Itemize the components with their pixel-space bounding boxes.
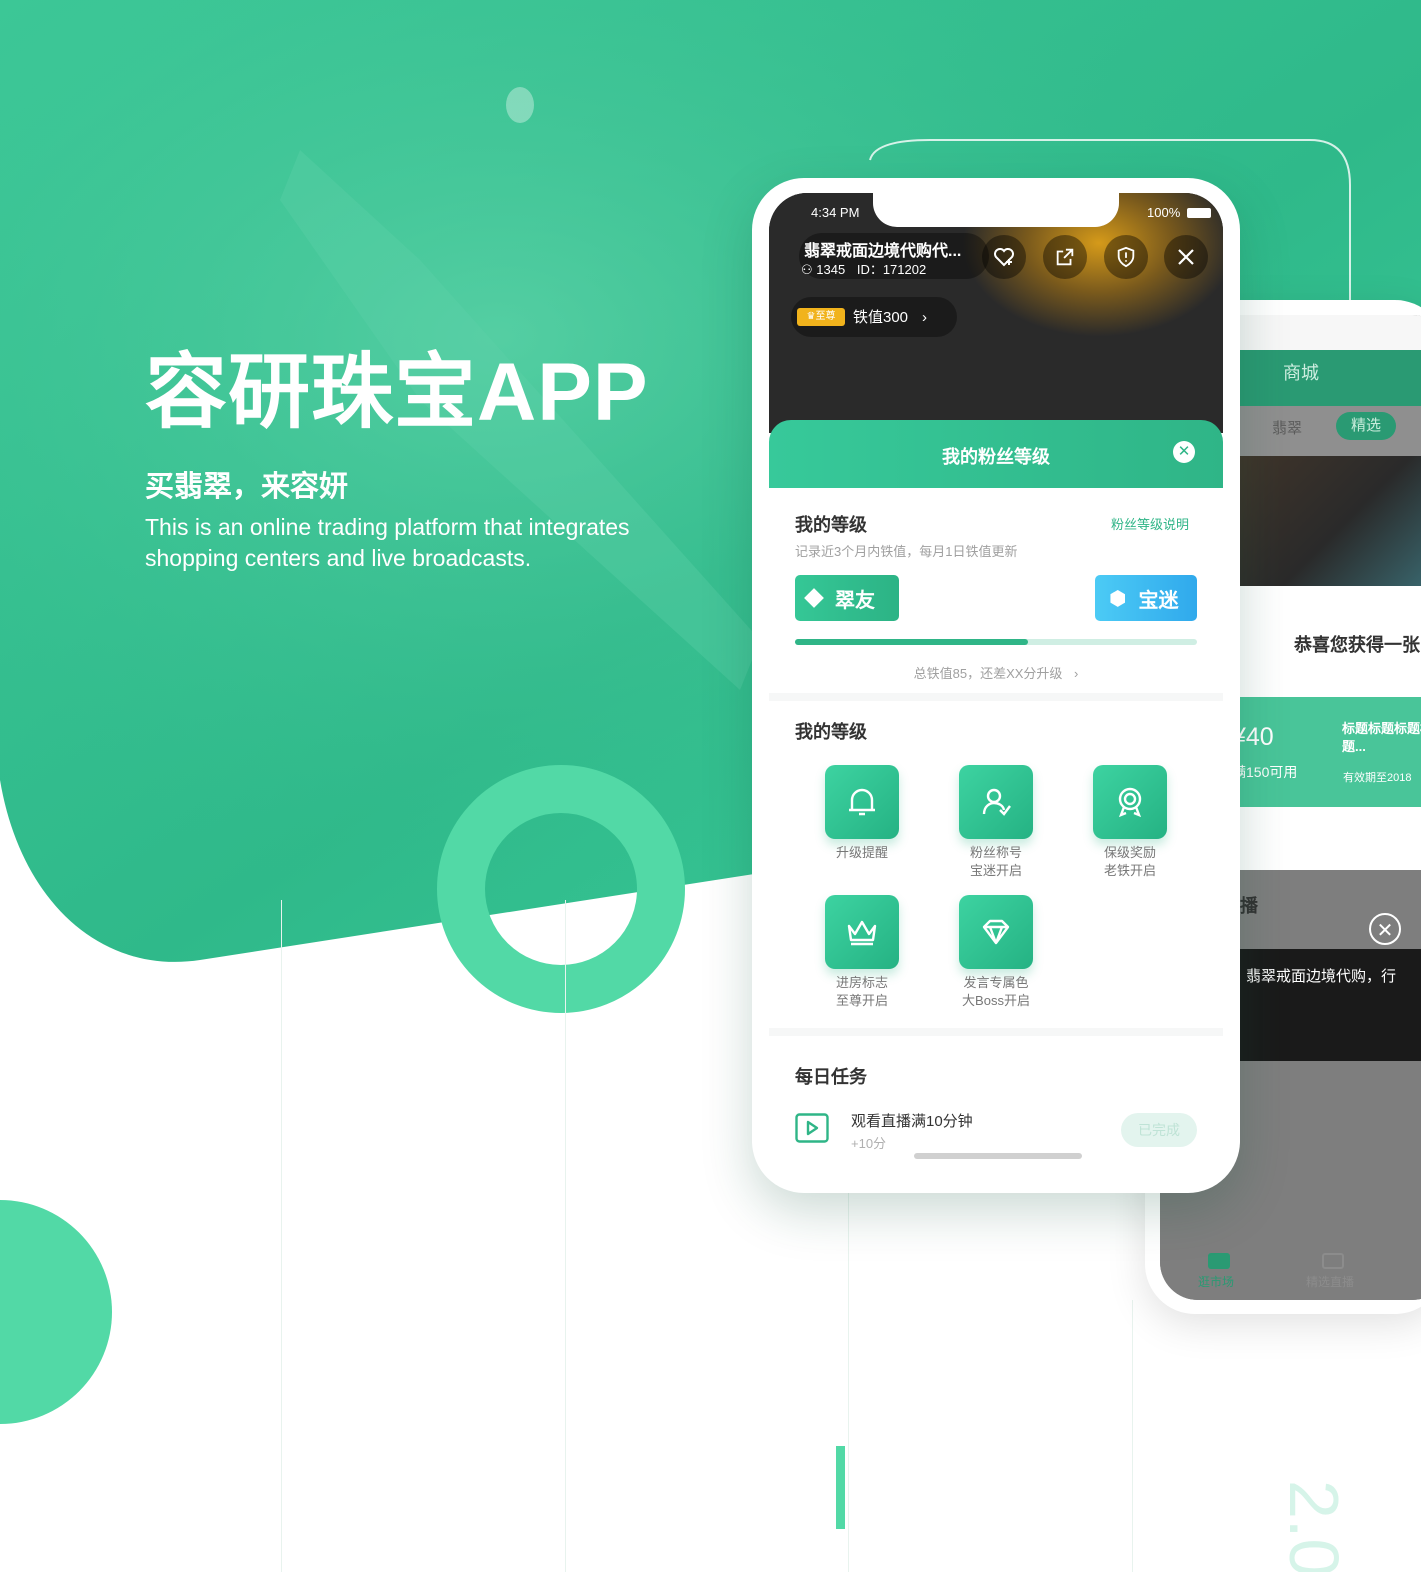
diamond-level-icon: [804, 588, 824, 608]
app-description: This is an online trading platform that …: [145, 514, 630, 571]
tab-jade[interactable]: 翡翠: [1272, 417, 1302, 438]
perk-upgrade-reminder[interactable]: [825, 765, 899, 839]
my-level-title: 我的等级: [795, 515, 867, 535]
perk-title: 发言专属色: [963, 975, 1029, 990]
shield-icon: [1117, 246, 1135, 268]
crown-icon: [847, 920, 877, 946]
nav-live[interactable]: 精选直播: [1306, 1273, 1354, 1290]
live-caption: 翡翠戒面边境代购，行: [1246, 968, 1397, 985]
phone-screen: 4:34 PM 100% 翡翠戒面边境代购代... ⚇ 1345 ID：1712…: [769, 193, 1223, 1178]
room-id: ID：171202: [856, 262, 927, 277]
mall-header: 商城: [1283, 363, 1319, 383]
back-close-icon[interactable]: ✕: [1369, 913, 1401, 945]
task-status-button[interactable]: 已完成: [1121, 1113, 1197, 1147]
bell-icon: [849, 788, 875, 816]
nav-market[interactable]: 逛市场: [1198, 1273, 1234, 1290]
perk-title: 粉丝称号: [969, 845, 1022, 860]
report-button[interactable]: [1104, 235, 1148, 279]
perk-title: 进房标志: [835, 975, 888, 990]
status-time: 4:34 PM: [811, 205, 860, 220]
status-battery: 100%: [1147, 205, 1181, 220]
current-level-label: 翠友: [835, 589, 875, 612]
perk-label: 升级提醒: [807, 844, 917, 862]
user-tag-icon: [982, 788, 1011, 816]
level-progress-fill: [795, 639, 1029, 645]
next-level-badge: ⬢ 宝迷: [1095, 575, 1197, 621]
task-title: 观看直播满10分钟: [851, 1113, 973, 1130]
app-slogan: 买翡翠，来容妍: [145, 471, 349, 503]
current-level-badge: 翠友: [795, 575, 899, 621]
live-meta: ⚇ 1345 ID：171202: [801, 259, 926, 278]
heart-plus-icon: [994, 248, 1014, 267]
close-icon: [1178, 249, 1194, 265]
close-live-button[interactable]: [1164, 235, 1208, 279]
market-icon[interactable]: [1208, 1253, 1230, 1269]
perk-unlock: 宝迷开启: [969, 863, 1022, 878]
coupon-title: 标题标题标题标题...: [1342, 721, 1421, 754]
viewer-count: 1345: [816, 262, 846, 277]
perk-chat-color[interactable]: [959, 895, 1033, 969]
perk-label: 发言专属色大Boss开启: [941, 974, 1051, 1010]
perk-fan-title[interactable]: [959, 765, 1033, 839]
perk-title: 保级奖励: [1103, 845, 1156, 860]
level-summary-text: 总铁值85，还差XX分升级: [913, 666, 1063, 681]
live-section-label: 播: [1240, 896, 1258, 916]
phone-notch: [873, 193, 1119, 227]
version-watermark: 2.0: [1275, 1480, 1353, 1572]
iron-value: 铁值300 ›: [853, 306, 927, 327]
daily-tasks-title: 每日任务: [795, 1067, 867, 1087]
home-indicator: [914, 1153, 1082, 1159]
diamond-icon: [982, 919, 1010, 945]
viewer-icon: ⚇: [801, 262, 813, 277]
section-divider: [769, 693, 1223, 701]
share-button[interactable]: [1043, 235, 1087, 279]
perk-unlock: 至尊开启: [835, 993, 888, 1008]
coupon-condition: 满150可用: [1232, 764, 1298, 780]
hexagon-level-icon: ⬢: [1109, 587, 1127, 610]
task-reward: +10分: [851, 1136, 887, 1151]
coupon-expiry: 有效期至2018: [1343, 772, 1412, 784]
iron-value-text: 铁值300: [853, 309, 909, 326]
follow-button[interactable]: [982, 235, 1026, 279]
chevron-right-icon: ›: [1074, 666, 1079, 681]
perk-title: 升级提醒: [835, 845, 888, 860]
vip-badge: ♛至尊: [797, 308, 845, 326]
front-phone-mockup: 4:34 PM 100% 翡翠戒面边境代购代... ⚇ 1345 ID：1712…: [752, 178, 1240, 1193]
app-title: 容研珠宝APP: [145, 347, 649, 438]
level-note: 记录近3个月内铁值，每月1日铁值更新: [795, 544, 1018, 559]
perk-entry-badge[interactable]: [825, 895, 899, 969]
next-level-label: 宝迷: [1138, 589, 1179, 612]
battery-icon: [1187, 208, 1211, 218]
play-icon: [795, 1113, 829, 1143]
level-help-link[interactable]: 粉丝等级说明: [1111, 514, 1189, 533]
share-icon: [1056, 248, 1074, 266]
perk-label: 保级奖励 老铁开启: [1075, 844, 1185, 880]
medal-icon: [1118, 787, 1142, 818]
congrats-text: 恭喜您获得一张: [1294, 635, 1420, 655]
perk-label: 进房标志 至尊开启: [807, 974, 917, 1010]
level-progress-track: [795, 639, 1197, 645]
vip-badge-label: 至尊: [815, 311, 836, 322]
chevron-right-icon: ›: [922, 309, 928, 326]
perk-unlock: 大Boss开启: [962, 993, 1030, 1008]
perk-unlock: 老铁开启: [1103, 863, 1156, 878]
sheet-close-icon[interactable]: ✕: [1173, 441, 1195, 463]
level-summary[interactable]: 总铁值85，还差XX分升级 ›: [769, 663, 1223, 682]
tab-selected[interactable]: 精选: [1336, 412, 1396, 440]
live-tv-icon[interactable]: [1322, 1253, 1344, 1269]
perks-title: 我的等级: [795, 722, 867, 742]
fan-level-title: 我的粉丝等级: [942, 447, 1050, 467]
perk-level-reward[interactable]: [1093, 765, 1167, 839]
perk-label: 粉丝称号 宝迷开启: [941, 844, 1051, 880]
live-title: 翡翠戒面边境代购代...: [804, 243, 962, 260]
section-divider: [769, 1028, 1223, 1036]
